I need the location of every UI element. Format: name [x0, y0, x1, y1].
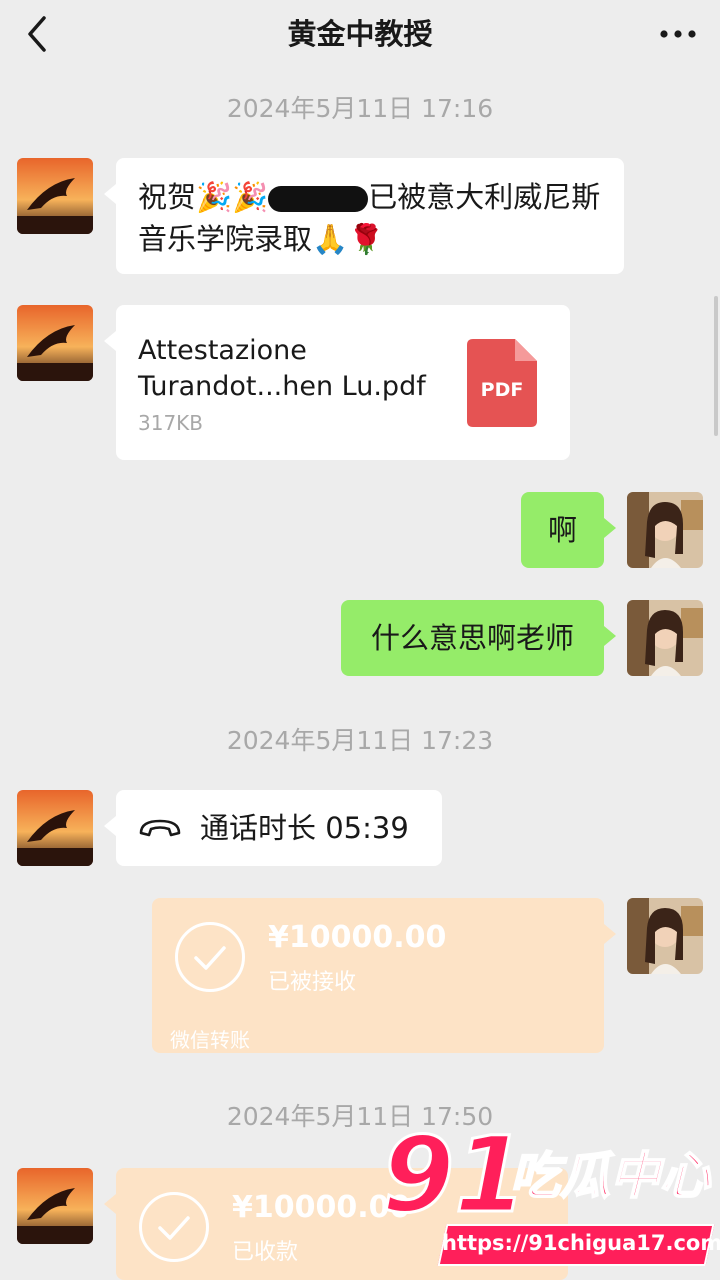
folded-hands-emoji: 🙏 — [312, 222, 349, 256]
user-avatar[interactable] — [627, 600, 703, 676]
message-text: 祝贺🎉🎉 已被意大利威尼斯 音乐学院录取🙏🌹 — [138, 180, 601, 256]
call-record-message[interactable]: 通话时长 05:39 — [104, 790, 442, 866]
user-avatar[interactable] — [627, 492, 703, 568]
pdf-file-icon: PDF — [467, 339, 537, 427]
message-bubble[interactable]: 什么意思啊老师 — [341, 600, 616, 676]
transfer-label: 微信转账 — [170, 1028, 250, 1052]
message-bubble[interactable]: 啊 — [521, 492, 616, 568]
file-name: Turandot...hen Lu.pdf — [138, 371, 426, 402]
message-text: 什么意思啊老师 — [370, 621, 574, 655]
professor-avatar[interactable] — [17, 1168, 93, 1244]
redacted-name — [268, 186, 369, 212]
phone-hangup-icon — [139, 819, 181, 837]
user-avatar[interactable] — [627, 898, 703, 974]
rose-emoji: 🌹 — [348, 222, 385, 256]
scrollbar[interactable] — [714, 296, 718, 436]
watermark-logo: 91 吃瓜中心 https://91chigua17.com — [381, 1119, 720, 1273]
watermark-text: 吃瓜中心 — [509, 1146, 711, 1206]
check-circle-icon — [175, 922, 245, 992]
money-transfer-card[interactable]: ¥10000.00 已被接收 微信转账 — [152, 898, 616, 1053]
party-popper-emoji: 🎉🎉 — [196, 180, 269, 214]
professor-avatar[interactable] — [17, 305, 93, 381]
message-text: 啊 — [547, 513, 577, 547]
chat-title: 黄金中教授 — [287, 17, 433, 51]
more-options-icon[interactable] — [658, 14, 698, 54]
transfer-amount: ¥10000.00 — [268, 920, 447, 955]
nav-bar: 黄金中教授 — [0, 0, 720, 70]
timestamp: 2024年5月11日 17:16 — [226, 94, 494, 123]
professor-avatar[interactable] — [17, 790, 93, 866]
professor-avatar[interactable] — [17, 158, 93, 234]
transfer-status: 已被接收 — [268, 970, 357, 995]
check-circle-icon — [139, 1192, 209, 1262]
timestamp: 2024年5月11日 17:23 — [226, 726, 494, 755]
file-size: 317KB — [138, 411, 204, 435]
watermark-url: https://91chigua17.com — [442, 1231, 720, 1255]
transfer-status: 已收款 — [232, 1240, 299, 1265]
file-name: Attestazione — [138, 335, 307, 366]
call-duration-text: 通话时长 05:39 — [200, 811, 409, 845]
file-message[interactable]: Attestazione Turandot...hen Lu.pdf 317KB… — [104, 305, 570, 460]
watermark-number: 91 — [381, 1114, 529, 1236]
message-bubble[interactable]: 祝贺🎉🎉 已被意大利威尼斯 音乐学院录取🙏🌹 — [104, 158, 624, 274]
